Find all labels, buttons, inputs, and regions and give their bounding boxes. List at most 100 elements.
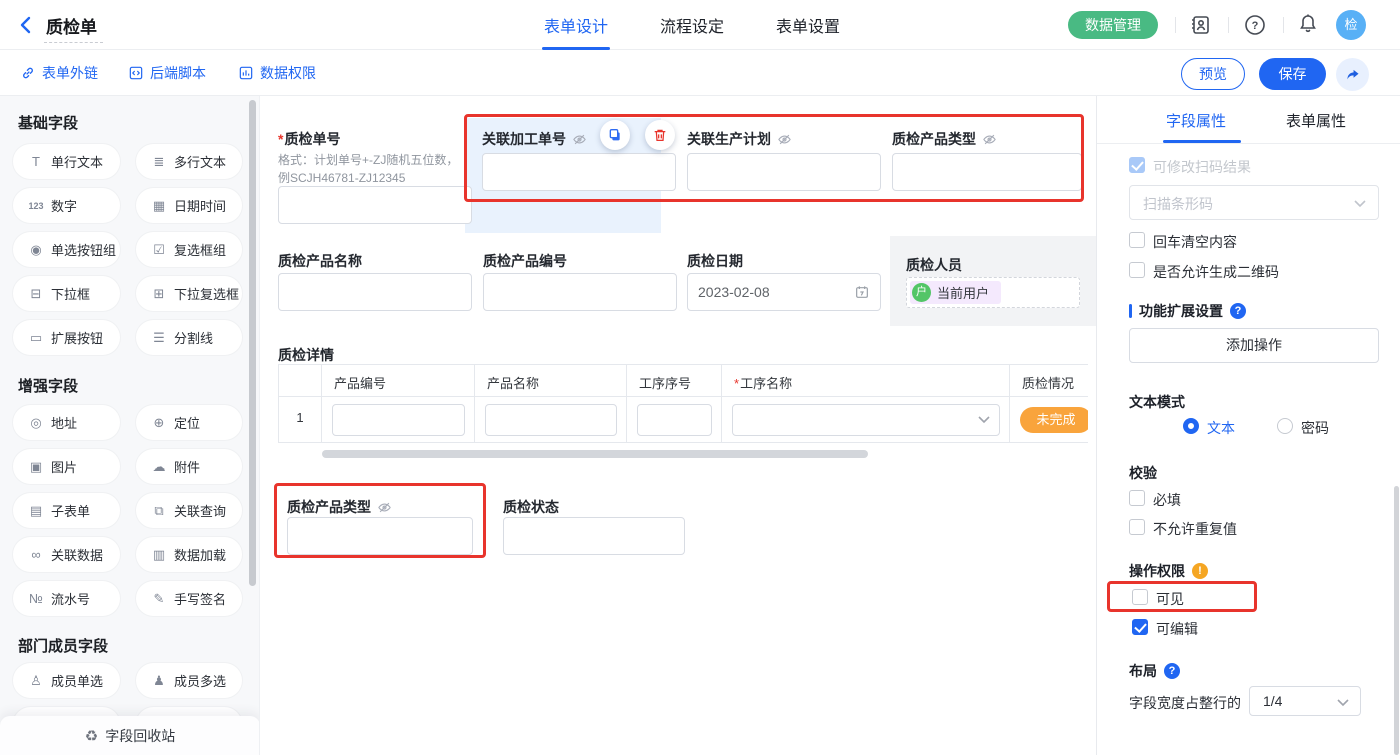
page-title[interactable]: 质检单	[44, 13, 103, 43]
external-link-label: 表单外链	[42, 63, 98, 83]
back-icon[interactable]	[16, 15, 36, 35]
data-permission-button[interactable]: 数据权限	[238, 63, 316, 83]
cell-product-no	[322, 397, 475, 443]
sidebar-item-multi-line-text[interactable]: ≣多行文本	[136, 144, 242, 179]
serial-number-icon: №	[28, 591, 44, 606]
field-width-select[interactable]: 1/4	[1249, 686, 1361, 716]
sidebar-item-member-single[interactable]: ♙成员单选	[13, 663, 120, 698]
sidebar-item-label: 成员多选	[174, 671, 226, 690]
sidebar-item-linked-query[interactable]: ⧉关联查询	[136, 493, 242, 528]
input-product-name[interactable]	[278, 273, 472, 311]
data-manage-button[interactable]: 数据管理	[1068, 11, 1158, 39]
label-allow-qrcode: 是否允许生成二维码	[1153, 262, 1279, 282]
checkbox-clear-on-enter[interactable]	[1129, 232, 1145, 248]
sidebar-item-label: 扩展按钮	[51, 328, 103, 347]
table-horizontal-scrollbar[interactable]	[322, 450, 868, 458]
question-circle-icon[interactable]: ?	[1164, 663, 1180, 679]
field-hint-line2: 例SCJH46781-ZJ12345	[278, 169, 405, 186]
sidebar-item-checkbox-group[interactable]: ☑复选框组	[136, 232, 242, 267]
datetime-icon: ▦	[151, 198, 167, 214]
sidebar-item-number[interactable]: 123数字	[13, 188, 120, 223]
radio-text-mode-text[interactable]	[1183, 418, 1199, 434]
sidebar-item-linked-data[interactable]: ∞关联数据	[13, 537, 120, 572]
external-link-button[interactable]: 表单外链	[20, 63, 98, 83]
link-icon	[20, 65, 36, 81]
cell-input-product-no[interactable]	[332, 404, 465, 436]
detail-table: 产品编号 产品名称 工序序号 *工序名称 质检情况 1 未完成	[278, 364, 1088, 443]
cell-select-step-name[interactable]	[732, 404, 1000, 436]
status-badge: 未完成	[1020, 407, 1088, 433]
input-product-type-top[interactable]	[892, 153, 1082, 191]
delete-field-button[interactable]	[645, 120, 675, 150]
input-product-type-bottom[interactable]	[287, 517, 473, 555]
share-button[interactable]	[1336, 58, 1369, 91]
sidebar-item-label: 地址	[51, 413, 77, 432]
checkbox-editable[interactable]	[1132, 619, 1148, 635]
save-button[interactable]: 保存	[1259, 58, 1326, 90]
input-status[interactable]	[503, 517, 685, 555]
col-header-product-no: 产品编号	[322, 365, 475, 397]
add-action-button[interactable]: 添加操作	[1129, 328, 1379, 363]
sidebar-item-address[interactable]: ◎地址	[13, 405, 120, 440]
field-label-inspector: 质检人员	[906, 255, 962, 275]
sidebar-item-image[interactable]: ▣图片	[13, 449, 120, 484]
cell-input-product-name[interactable]	[485, 404, 617, 436]
cell-input-step-no[interactable]	[637, 404, 712, 436]
sidebar-section-title: 增强字段	[18, 375, 78, 396]
sidebar-item-member-multi[interactable]: ♟成员多选	[136, 663, 242, 698]
radio-text-mode-password[interactable]	[1277, 418, 1293, 434]
checkbox-allow-qrcode[interactable]	[1129, 262, 1145, 278]
checkbox-no-duplicate[interactable]	[1129, 519, 1145, 535]
sidebar-item-subform[interactable]: ▤子表单	[13, 493, 120, 528]
copy-field-button[interactable]	[600, 120, 630, 150]
sidebar-scrollbar[interactable]	[249, 100, 256, 586]
sidebar-item-extend-button[interactable]: ▭扩展按钮	[13, 320, 120, 355]
input-inspect-date[interactable]: 2023-02-08	[687, 273, 881, 311]
tab-flow-setting[interactable]: 流程设定	[660, 13, 724, 37]
chevron-down-icon	[978, 416, 990, 424]
panel-scrollbar[interactable]	[1394, 486, 1399, 755]
sidebar-item-serial-number[interactable]: №流水号	[13, 581, 120, 616]
sidebar-item-datetime[interactable]: ▦日期时间	[136, 188, 242, 223]
checkbox-modifiable-scan-result[interactable]	[1129, 157, 1145, 173]
sidebar-item-radio-group[interactable]: ◉单选按钮组	[13, 232, 120, 267]
bell-icon[interactable]	[1296, 12, 1320, 36]
warning-circle-icon[interactable]: !	[1192, 563, 1208, 579]
section-extension-settings: 功能扩展设置 ?	[1129, 301, 1246, 321]
sidebar-item-multi-select[interactable]: ⊞下拉复选框	[136, 276, 242, 311]
radio-label-text[interactable]: 文本	[1207, 418, 1235, 438]
sidebar-item-signature[interactable]: ✎手写签名	[136, 581, 242, 616]
backend-script-button[interactable]: 后端脚本	[128, 63, 206, 83]
scan-mode-select[interactable]: 扫描条形码	[1129, 185, 1379, 220]
input-product-no[interactable]	[483, 273, 677, 311]
tab-form-setting[interactable]: 表单设置	[776, 13, 840, 37]
form-canvas: *质检单号 格式：计划单号+-ZJ随机五位数， 例SCJH46781-ZJ123…	[260, 96, 1096, 755]
input-order-no[interactable]	[278, 186, 472, 224]
user-avatar[interactable]: 检	[1336, 10, 1366, 40]
checkbox-visible[interactable]	[1132, 589, 1148, 605]
sidebar-item-label: 单选按钮组	[51, 240, 116, 259]
sidebar-item-data-load[interactable]: ▥数据加载	[136, 537, 242, 572]
sidebar-item-label: 成员单选	[51, 671, 103, 690]
tab-field-properties[interactable]: 字段属性	[1166, 110, 1226, 131]
tab-form-properties[interactable]: 表单属性	[1286, 110, 1346, 131]
sidebar-item-select[interactable]: ⊟下拉框	[13, 276, 120, 311]
radio-label-password[interactable]: 密码	[1301, 418, 1329, 438]
current-user-avatar: 户	[912, 283, 931, 302]
input-linked-process-order[interactable]	[482, 153, 676, 191]
field-recycle-bin-button[interactable]: ♻ 字段回收站	[0, 716, 260, 755]
question-circle-icon[interactable]: ?	[1230, 303, 1246, 319]
current-user-chip[interactable]: 户 当前用户	[910, 281, 1001, 304]
field-label-order-no: *质检单号	[278, 129, 340, 149]
help-icon[interactable]: ?	[1243, 13, 1267, 37]
input-linked-production-plan[interactable]	[687, 153, 881, 191]
sidebar-item-divider[interactable]: ☰分割线	[136, 320, 242, 355]
sidebar-item-single-line-text[interactable]: T单行文本	[13, 144, 120, 179]
checkbox-required[interactable]	[1129, 490, 1145, 506]
preview-button[interactable]: 预览	[1181, 58, 1245, 90]
field-hint-line1: 格式：计划单号+-ZJ随机五位数，	[278, 151, 458, 168]
tab-form-design[interactable]: 表单设计	[544, 13, 608, 37]
contacts-icon[interactable]	[1188, 13, 1212, 37]
sidebar-item-location[interactable]: ⊕定位	[136, 405, 242, 440]
sidebar-item-attachment[interactable]: ☁附件	[136, 449, 242, 484]
